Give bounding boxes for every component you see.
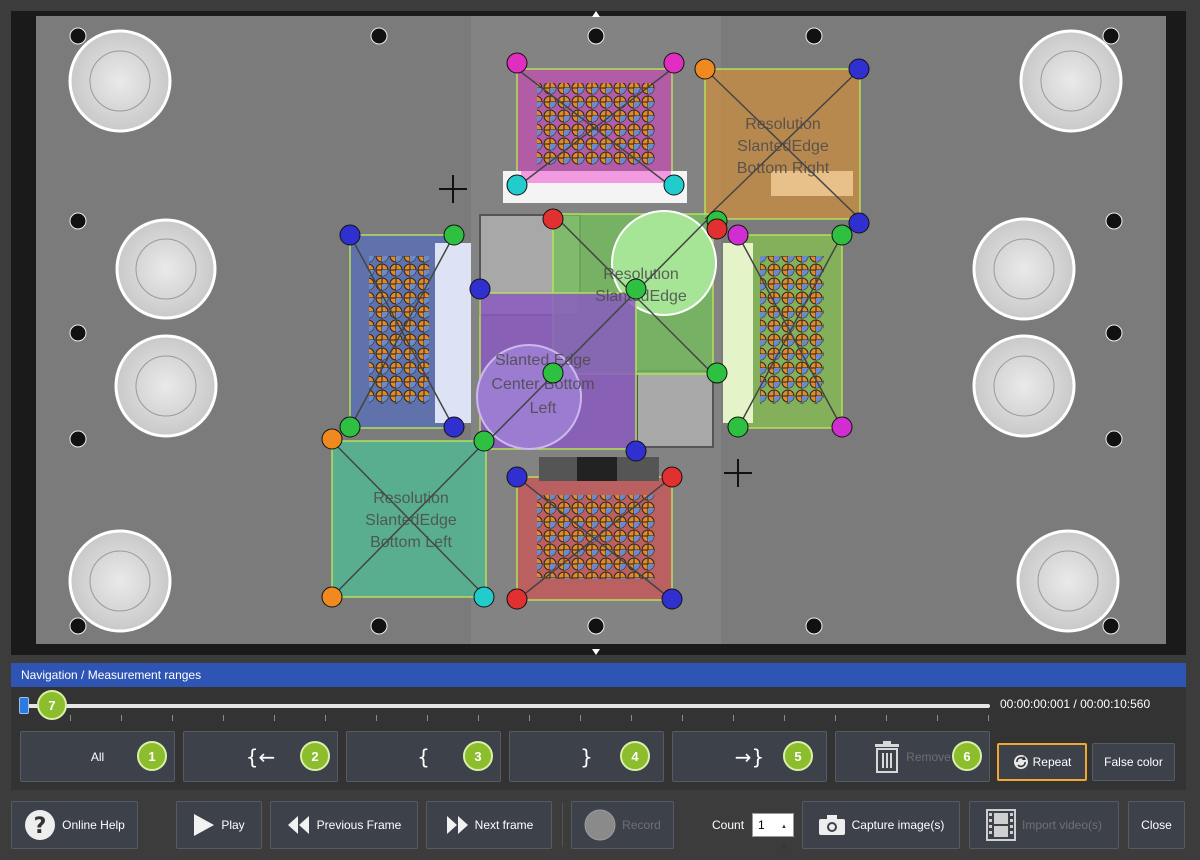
capture-window: Resolution SlantedEdge Bottom Right Reso… (0, 0, 1200, 860)
set-range-start-button[interactable]: { 3 (346, 731, 501, 782)
roi-label-bottom-left-2: SlantedEdge (365, 512, 457, 529)
record-button[interactable]: Record (571, 801, 674, 849)
false-color-toggle[interactable]: False color (1092, 743, 1175, 781)
timeline-tick (937, 715, 938, 721)
set-range-end-label: } (580, 744, 593, 769)
roi-label-center-left-3: Left (530, 400, 557, 417)
set-range-start-label: { (417, 744, 430, 769)
timeline-tick (274, 715, 275, 721)
roi-label-center-left-1: Slanted Edge (495, 352, 591, 369)
set-end-next-button[interactable]: →} 5 (672, 731, 827, 782)
test-chart-image: Resolution SlantedEdge Bottom Right Reso… (36, 11, 1166, 655)
import-videos-label: Import video(s) (1021, 818, 1103, 832)
timeline-tick (631, 715, 632, 721)
timeline-tick (121, 715, 122, 721)
timeline-tick (988, 715, 989, 721)
timeline-tick (886, 715, 887, 721)
repeat-icon (1013, 754, 1029, 770)
false-color-label: False color (1104, 755, 1163, 769)
play-label: Play (221, 818, 245, 832)
rewind-icon (287, 815, 311, 835)
count-stepper[interactable]: 1 ▲ ▼ (752, 813, 794, 852)
roi-label-top-right-3: Bottom Right (737, 160, 830, 177)
previous-frame-label: Previous Frame (316, 818, 402, 832)
remove-range-button[interactable]: Remove 6 (835, 731, 990, 782)
timeline-tick (733, 715, 734, 721)
timeline-tick (325, 715, 326, 721)
online-help-label: Online Help (62, 818, 125, 832)
record-icon (584, 809, 616, 841)
import-videos-button[interactable]: Import video(s) (969, 801, 1119, 849)
set-start-previous-label: {← (245, 744, 276, 769)
timeline-tick (784, 715, 785, 721)
timeline-slider-handle[interactable] (19, 697, 29, 714)
step-badge-6: 6 (952, 741, 982, 771)
fast-forward-icon (445, 815, 469, 835)
step-badge-1: 1 (137, 741, 167, 771)
capture-images-button[interactable]: Capture image(s) (802, 801, 960, 849)
set-start-previous-button[interactable]: {← 2 (183, 731, 338, 782)
timeline-slider-track[interactable] (24, 704, 990, 708)
repeat-toggle[interactable]: Repeat (997, 743, 1087, 781)
count-value: 1 (758, 818, 765, 832)
timeline-tick (682, 715, 683, 721)
trash-icon (874, 740, 900, 773)
timeline-tick (835, 715, 836, 721)
timeline-tick (376, 715, 377, 721)
navigation-header: Navigation / Measurement ranges (11, 663, 1186, 687)
next-frame-label: Next frame (474, 818, 534, 832)
repeat-label: Repeat (1032, 755, 1072, 769)
set-range-end-button[interactable]: } 4 (509, 731, 664, 782)
play-icon (193, 813, 215, 837)
timeline-tick (478, 715, 479, 721)
roi-label-bottom-left-3: Bottom Left (370, 534, 452, 551)
timeline-tick (529, 715, 530, 721)
svg-text:?: ? (34, 814, 47, 839)
timeline-tick (427, 715, 428, 721)
close-button[interactable]: Close (1128, 801, 1185, 849)
step-badge-3: 3 (463, 741, 493, 771)
capture-images-label: Capture image(s) (851, 818, 945, 832)
timeline-tick (580, 715, 581, 721)
play-button[interactable]: Play (176, 801, 262, 849)
film-icon (985, 809, 1016, 841)
help-icon: ? (24, 809, 56, 841)
toolbar-separator (562, 803, 563, 847)
timeline-tick (70, 715, 71, 721)
all-range-button[interactable]: All 1 (20, 731, 175, 782)
count-label: Count (712, 818, 745, 832)
step-badge-5: 5 (783, 741, 813, 771)
timeline-tick (223, 715, 224, 721)
spin-up-icon[interactable]: ▲ (781, 816, 791, 838)
roi-label-bottom-left-1: Resolution (373, 490, 449, 507)
roi-label-top-right-2: SlantedEdge (737, 138, 829, 155)
count-spin-buttons[interactable]: ▲ ▼ (781, 816, 791, 852)
online-help-button[interactable]: ? Online Help (11, 801, 138, 849)
roi-label-top-right-1: Resolution (745, 116, 821, 133)
slider-step-badge: 7 (37, 690, 67, 720)
next-frame-button[interactable]: Next frame (426, 801, 552, 849)
roi-label-center-left-2: Center Bottom (491, 376, 594, 393)
time-readout: 00:00:00:001 / 00:00:10:560 (1000, 697, 1151, 711)
previous-frame-button[interactable]: Previous Frame (270, 801, 418, 849)
camera-icon (818, 814, 846, 836)
set-end-next-label: →} (734, 744, 765, 769)
all-range-label: All (90, 749, 105, 764)
close-label: Close (1141, 818, 1172, 832)
step-badge-2: 2 (300, 741, 330, 771)
timeline-tick (172, 715, 173, 721)
step-badge-4: 4 (620, 741, 650, 771)
record-label: Record (622, 818, 661, 832)
image-viewer[interactable]: Resolution SlantedEdge Bottom Right Reso… (11, 11, 1186, 655)
spin-down-icon[interactable]: ▼ (781, 838, 791, 860)
remove-label: Remove (906, 749, 951, 764)
